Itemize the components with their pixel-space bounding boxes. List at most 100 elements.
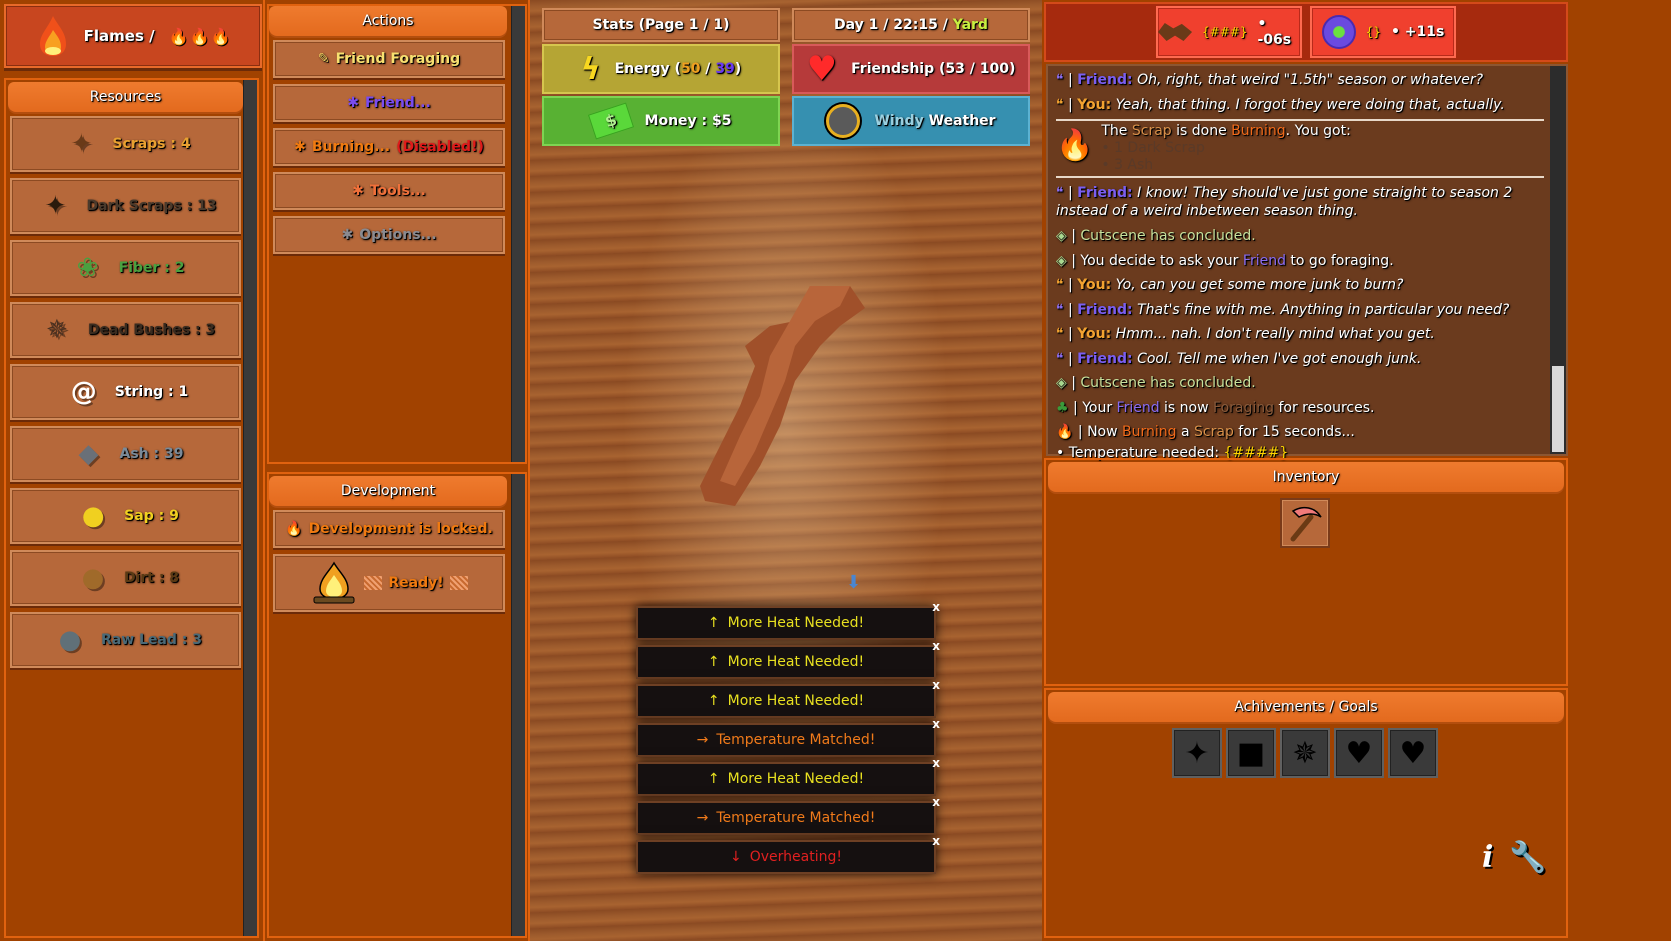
campfire-icon	[313, 561, 355, 604]
close-icon[interactable]: x	[932, 639, 940, 653]
close-icon[interactable]: x	[932, 795, 940, 809]
achievement-slot[interactable]: ✵	[1280, 728, 1330, 778]
action-button[interactable]: ✱ Burning... (Disabled!)	[273, 128, 505, 166]
arrow-icon: ↑	[707, 654, 720, 670]
heart-icon: ♥	[806, 49, 838, 89]
down-arrow-icon: ⬇	[846, 572, 862, 593]
big-flame-icon	[39, 16, 66, 56]
friendship-value: Friendship (53 / 100)	[851, 61, 1016, 77]
notification: → Temperature Matched! x	[636, 717, 940, 757]
resource-item[interactable]: ✵ Dead Bushes : 3	[10, 302, 241, 358]
log-scrollbar[interactable]	[1550, 66, 1566, 454]
development-panel: Development 🔥 Development is locked. Rea…	[267, 472, 527, 938]
close-icon[interactable]: x	[932, 600, 940, 614]
log-line: ◈ | Cutscene has concluded.	[1056, 228, 1256, 244]
resource-label: Dark Scraps : 13	[86, 198, 217, 214]
flame-icon: 🔥	[168, 26, 189, 46]
stats-page-header[interactable]: Stats (Page 1 / 1)	[542, 8, 780, 42]
log-line: ❝ | You: Yo, can you get some more junk …	[1056, 277, 1404, 293]
development-locked-label: Development is locked.	[308, 521, 493, 537]
pencil-icon: ✎	[317, 51, 330, 67]
actions-scrollbar[interactable]	[511, 6, 525, 462]
flame-count: 🔥 🔥 🔥	[169, 27, 231, 46]
resources-list: ✦ Scraps : 4 ✦ Dark Scraps : 13 ❀ Fiber : 2 ✵ D…	[6, 116, 257, 668]
flames-header: Flames / 🔥 🔥 🔥	[4, 4, 262, 68]
disabled-badge: (Disabled!)	[396, 139, 484, 155]
resource-item[interactable]: ● Raw Lead : 3	[10, 612, 241, 668]
resource-item[interactable]: ◆ Ash : 39	[10, 426, 241, 482]
arrow-icon: →	[696, 810, 709, 826]
resources-scrollbar[interactable]	[243, 80, 257, 936]
lightning-icon: ϟ	[580, 51, 601, 87]
development-header: Development	[269, 476, 507, 506]
close-icon[interactable]: x	[932, 717, 940, 731]
stats-header-row: Stats (Page 1 / 1) Day 1 / 22:15 / Yard	[542, 8, 1030, 42]
info-icon[interactable]: i	[1482, 840, 1493, 875]
resource-item[interactable]: ● Sap : 9	[10, 488, 241, 544]
resources-panel: Resources ✦ Scraps : 4 ✦ Dark Scraps : 13 ❀ F…	[4, 78, 259, 938]
close-icon[interactable]: x	[932, 834, 940, 848]
flame-icon: 🔥	[210, 26, 231, 46]
action-button[interactable]: ✱ Options...	[273, 216, 505, 254]
action-button[interactable]: ✱ Friend...	[273, 84, 505, 122]
notification: ↑ More Heat Needed! x	[636, 678, 940, 718]
log-line: ◈ | Cutscene has concluded.	[1056, 375, 1256, 391]
corner-icons: i 🔧	[1482, 840, 1547, 875]
resource-item[interactable]: ● Dirt : 8	[10, 550, 241, 606]
money-value: Money : $5	[644, 113, 732, 129]
game-board: Stats (Page 1 / 1) Day 1 / 22:15 / Yard …	[530, 0, 1042, 941]
ready-decoration-left	[364, 576, 383, 590]
money-icon: $	[587, 102, 634, 140]
action-label: Options...	[359, 227, 437, 243]
notification-text: Temperature Matched!	[716, 810, 876, 826]
middle-left-column: Actions ✎ Friend Foraging ✱ Friend... ✱ Burni…	[265, 0, 530, 941]
resource-item[interactable]: @ String : 1	[10, 364, 241, 420]
resource-item[interactable]: ✦ Scraps : 4	[10, 116, 241, 172]
fiber-icon: ❀	[76, 253, 99, 283]
energy-stat: ϟ Energy (50 / 39)	[542, 44, 780, 94]
notification: ↓ Overheating! x	[636, 834, 940, 874]
development-locked-button[interactable]: 🔥 Development is locked.	[273, 510, 505, 548]
action-button[interactable]: ✎ Friend Foraging	[273, 40, 505, 78]
compass-icon	[826, 104, 861, 138]
arrow-icon: ↑	[707, 771, 720, 787]
notification-text: More Heat Needed!	[727, 693, 865, 709]
log-divider	[1056, 176, 1544, 178]
campfire-ready-button[interactable]: Ready!	[273, 554, 505, 612]
locked-achievement-icon: ✦	[1184, 735, 1210, 771]
close-icon[interactable]: x	[932, 756, 940, 770]
flame-icon: 🔥	[189, 26, 210, 46]
arrow-icon: ↓	[730, 849, 742, 865]
notification-list: ↑ More Heat Needed! x ↑ More Heat Needed! x ↑ M…	[636, 600, 940, 879]
resource-label: String : 1	[114, 384, 189, 400]
notification-text: Overheating!	[749, 849, 842, 865]
action-label: Burning...	[311, 139, 391, 155]
inventory-slot[interactable]	[1280, 498, 1330, 548]
close-icon[interactable]: x	[932, 678, 940, 692]
arrow-icon: ↑	[707, 693, 720, 709]
achievement-slot[interactable]: ♥	[1388, 728, 1438, 778]
development-scrollbar[interactable]	[511, 474, 525, 936]
resources-header: Resources	[8, 82, 243, 112]
resource-item[interactable]: ❀ Fiber : 2	[10, 240, 241, 296]
wrench-icon[interactable]: 🔧	[1509, 840, 1546, 875]
day-time: Day 1 / 22:15 /	[834, 17, 948, 33]
weather-stat: Windy Weather	[792, 96, 1030, 146]
resource-item[interactable]: ✦ Dark Scraps : 13	[10, 178, 241, 234]
action-label: Friend Foraging	[335, 51, 461, 67]
achievement-slot[interactable]: ✦	[1172, 728, 1222, 778]
achievement-slot[interactable]: ■	[1226, 728, 1276, 778]
sap-icon: ●	[81, 501, 105, 531]
arrow-icon: →	[696, 732, 709, 748]
log-scroll-thumb[interactable]	[1552, 366, 1564, 452]
notification: ↑ More Heat Needed! x	[636, 639, 940, 679]
action-button[interactable]: ✱ Tools...	[273, 172, 505, 210]
actions-list: ✎ Friend Foraging ✱ Friend... ✱ Burning... (Di…	[269, 40, 525, 254]
achievements-panel: Achivements / Goals ✦ ■ ✵ ♥ ♥	[1044, 688, 1568, 938]
achievement-slot[interactable]: ♥	[1334, 728, 1384, 778]
notification-text: More Heat Needed!	[727, 654, 865, 670]
friend-timer: {} • +11s	[1310, 6, 1456, 58]
dirt-icon: ●	[81, 563, 105, 593]
locked-achievement-icon: ♥	[1345, 735, 1373, 771]
scrap-icon: ✦	[70, 129, 93, 159]
